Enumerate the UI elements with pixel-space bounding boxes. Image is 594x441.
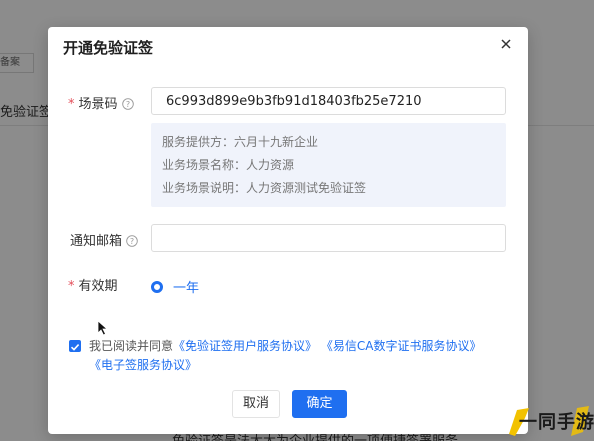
scene-code-label: * 场景码? [68,93,134,114]
radio-selected-icon [151,280,163,293]
notify-email-label: 通知邮箱? [70,230,138,251]
ca-certificate-agreement-link[interactable]: 《易信CA数字证书服务协议》 [321,339,482,353]
validity-label-text: 有效期 [78,279,118,294]
validity-one-year-radio[interactable]: 一年 [151,277,199,296]
svg-text:?: ? [125,100,129,109]
watermark-text: 一同手游网 [519,412,594,433]
agreement-checkbox[interactable] [69,340,81,352]
scene-code-label-text: 场景码 [78,97,118,112]
cancel-button[interactable]: 取消 [232,390,280,418]
confirm-button[interactable]: 确定 [292,390,347,418]
user-service-agreement-link[interactable]: 《免验证签用户服务协议》 [173,339,317,353]
service-provider-text: 服务提供方：六月十九新企业 [162,135,319,149]
validity-option-label: 一年 [173,281,200,296]
agreement-section: 我已阅读并同意《免验证签用户服务协议》 《易信CA数字证书服务协议》《电子签服务… [69,337,509,375]
agreement-prefix: 我已阅读并同意 [89,339,174,353]
close-icon[interactable] [498,36,514,52]
svg-text:?: ? [130,237,134,246]
mouse-cursor-icon [97,320,109,340]
enable-verification-free-dialog: 开通免验证签 *场景码? 服务提供方：六月十九新企业 业务场景名称：人力资源 业… [48,27,528,434]
scene-code-input[interactable] [151,87,506,115]
scene-name-text: 业务场景名称：人力资源 [162,158,295,172]
help-circle-icon[interactable]: ? [121,98,134,114]
required-mark: * [68,279,75,294]
dialog-title: 开通免验证签 [63,39,154,57]
agreement-text: 我已阅读并同意《免验证签用户服务协议》 《易信CA数字证书服务协议》《电子签服务… [69,337,509,375]
scene-info-box: 服务提供方：六月十九新企业 业务场景名称：人力资源 业务场景说明：人力资源测试免… [151,123,506,207]
notify-email-input[interactable] [151,224,506,252]
required-mark: * [68,97,75,112]
notify-email-label-text: 通知邮箱 [70,234,123,249]
validity-label: * 有效期 [68,275,118,294]
scene-description-text: 业务场景说明：人力资源测试免验证签 [162,181,367,195]
e-sign-service-agreement-link[interactable]: 《电子签服务协议》 [89,358,197,372]
help-circle-icon[interactable]: ? [126,235,138,251]
